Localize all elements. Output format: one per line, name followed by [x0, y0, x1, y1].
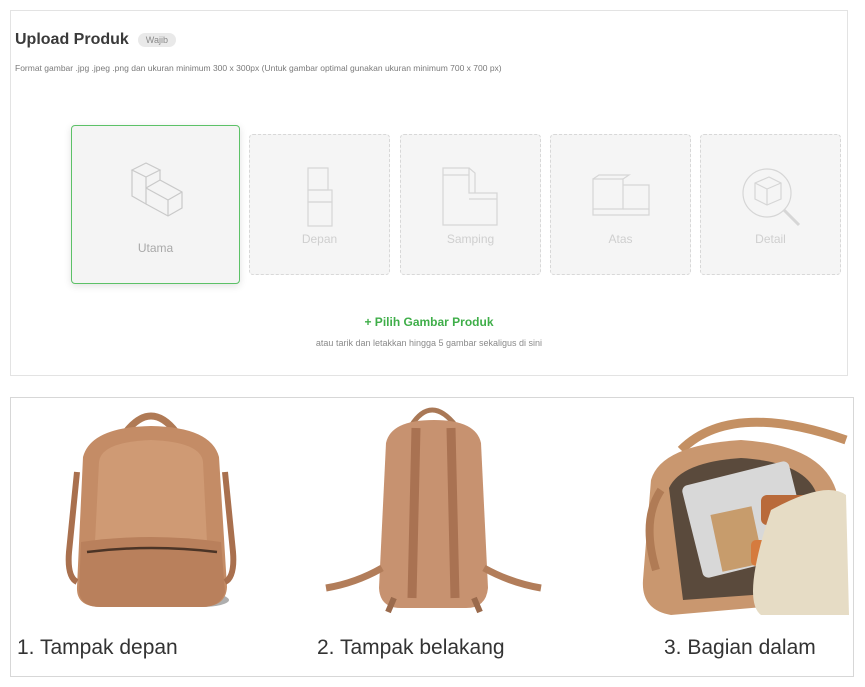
slot-label-detail: Detail: [755, 232, 786, 246]
slot-label-depan: Depan: [301, 232, 338, 246]
caption-back: 2. Tampak belakang: [317, 636, 505, 659]
backpack-inside-photo: [642, 417, 849, 615]
image-slot-samping[interactable]: Samping: [400, 134, 541, 275]
backpack-back-photo: [325, 407, 542, 614]
pick-product-image-button[interactable]: + Pilih Gambar Produk: [11, 315, 847, 329]
image-slot-detail[interactable]: Detail: [700, 134, 841, 275]
box-front-icon: [306, 167, 333, 227]
slot-label-utama: Utama: [137, 241, 174, 255]
required-badge: Wajib: [137, 33, 176, 47]
image-slot-atas[interactable]: Atas: [550, 134, 691, 275]
image-slot-depan[interactable]: Depan: [249, 134, 390, 275]
drag-drop-hint: atau tarik dan letakkan hingga 5 gambar …: [315, 338, 543, 348]
magnifier-detail-icon: [741, 168, 800, 227]
box-main-icon: [130, 162, 183, 217]
slot-label-atas: Atas: [608, 232, 633, 246]
box-top-icon: [591, 174, 650, 216]
upload-title: Upload Produk: [15, 31, 129, 48]
backpack-front-photo: [65, 412, 237, 607]
example-photos-panel: 1. Tampak depan 2. Tampak belakang 3. Ba…: [10, 397, 854, 677]
caption-inside: 3. Bagian dalam: [664, 636, 816, 659]
upload-header: Upload Produk Wajib: [15, 31, 176, 49]
image-slot-utama[interactable]: Utama: [71, 125, 240, 284]
format-hint: Format gambar .jpg .jpeg .png dan ukuran…: [15, 63, 502, 73]
slot-label-samping: Samping: [446, 232, 495, 246]
upload-product-panel: Upload Produk Wajib Format gambar .jpg .…: [10, 10, 848, 376]
box-side-icon: [441, 167, 498, 226]
caption-front: 1. Tampak depan: [17, 636, 178, 659]
